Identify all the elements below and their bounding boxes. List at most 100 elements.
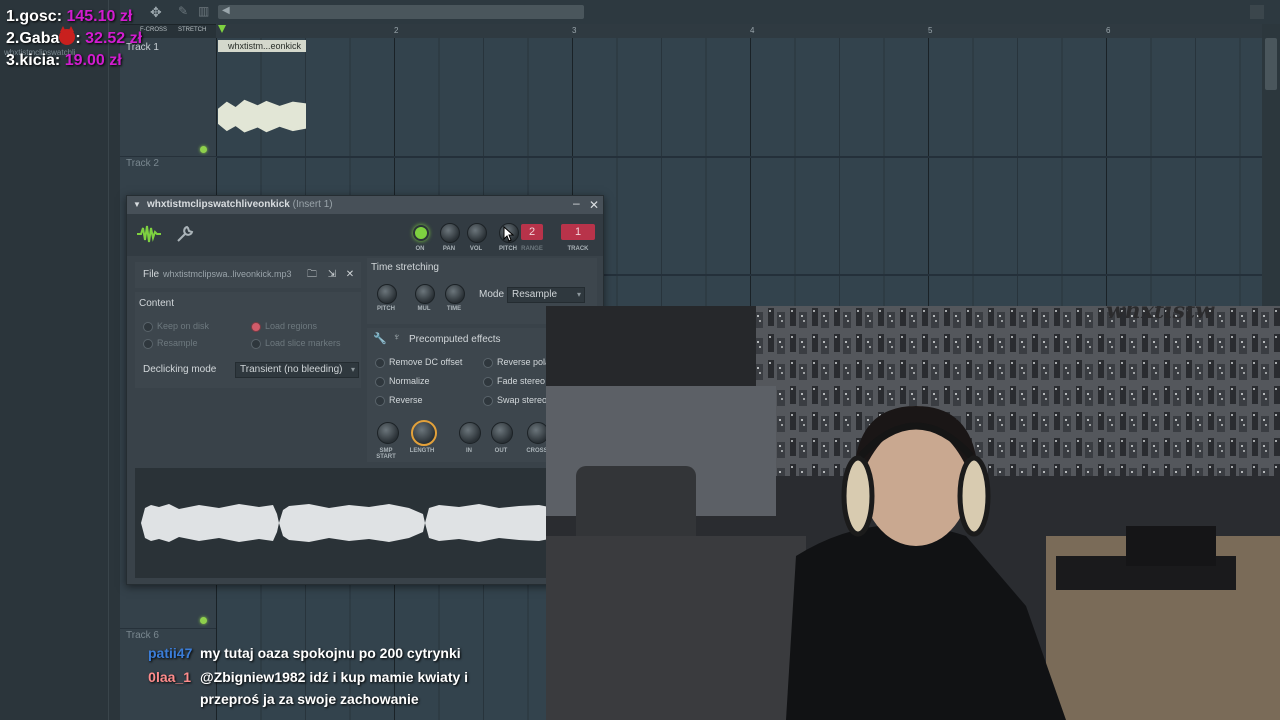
keep-on-disk-radio[interactable]: [143, 322, 153, 332]
in-knob[interactable]: [459, 422, 481, 444]
time-stretching-title: Time stretching: [371, 262, 439, 273]
track-label-knob: TRACK: [567, 246, 589, 252]
on-led-button[interactable]: [413, 225, 429, 241]
waveform-tab-icon[interactable]: [137, 224, 161, 244]
resample-label: Resample: [157, 338, 198, 348]
timeline-ruler[interactable]: 2 3 4 5 6: [216, 24, 1262, 39]
close-icon[interactable]: ✕: [589, 196, 599, 214]
window-titlebar[interactable]: ▼ whxtistmclipswatchliveonkick (Insert 1…: [127, 196, 603, 214]
ruler-tick: 4: [750, 26, 755, 35]
track-mute-led[interactable]: [200, 146, 207, 153]
clip-waveform: [218, 99, 306, 133]
ruler-tick: 6: [1106, 26, 1111, 35]
arrows-icon[interactable]: ✥: [150, 4, 162, 21]
leaderboard-row: 2.Gaba: 32.52 zł: [6, 26, 142, 50]
ts-time-knob[interactable]: [445, 284, 465, 304]
load-regions-label: Load regions: [265, 321, 318, 331]
pencil-icon[interactable]: ✎: [178, 4, 188, 18]
ts-mul-knob[interactable]: [415, 284, 435, 304]
wrench-tab-icon[interactable]: [175, 224, 195, 244]
scroll-left-icon[interactable]: ◀: [222, 5, 230, 16]
file-label: File: [143, 269, 160, 280]
channel-settings-window: ▼ whxtistmclipswatchliveonkick (Insert 1…: [126, 195, 604, 585]
vol-label: VOL: [469, 246, 483, 252]
clip-name[interactable]: whxtistm...eonkick: [218, 40, 306, 52]
normalize-label: Normalize: [389, 376, 430, 386]
content-panel: Content Keep on disk Load regions Resamp…: [135, 292, 361, 388]
ts-pitch-label: PITCH: [377, 306, 395, 312]
length-knob[interactable]: [411, 420, 437, 446]
ruler-tick: 5: [928, 26, 933, 35]
track-label[interactable]: Track 6: [126, 630, 159, 641]
tuner-icon[interactable]: ♆: [393, 332, 401, 343]
fade-stereo-radio[interactable]: [483, 377, 493, 387]
channel-header: ON PAN VOL PITCH 2 RANGE 1 TRACK: [127, 214, 603, 256]
fade-stereo-label: Fade stereo: [497, 376, 546, 386]
collapse-icon[interactable]: ▼: [133, 196, 141, 214]
load-regions-radio[interactable]: [251, 322, 261, 332]
in-label: IN: [466, 448, 472, 454]
devil-icon: [59, 26, 76, 45]
stretch-label[interactable]: STRETCH: [178, 27, 206, 33]
locate-icon[interactable]: ⇲: [325, 268, 339, 282]
pitch-range-box[interactable]: 2: [521, 224, 543, 240]
reverse-polarity-label: Reverse pola: [497, 357, 551, 367]
precomputed-title: Precomputed effects: [409, 334, 501, 345]
reverse-polarity-radio[interactable]: [483, 358, 493, 368]
ts-mul-label: MUL: [417, 306, 431, 312]
ts-pitch-knob[interactable]: [377, 284, 397, 304]
pan-label: PAN: [442, 246, 456, 252]
leaderboard-separator: :: [75, 30, 81, 47]
horizontal-scrollbar[interactable]: [218, 5, 584, 19]
mode-dropdown[interactable]: Resample: [507, 287, 585, 303]
clear-icon[interactable]: ✕: [343, 268, 357, 282]
declicking-dropdown[interactable]: Transient (no bleeding): [235, 362, 359, 378]
mixer-track-box[interactable]: 1: [561, 224, 595, 240]
leaderboard-amount: 19.00 zł: [64, 52, 122, 69]
range-label: RANGE: [521, 246, 543, 252]
length-label: LENGTH: [409, 448, 435, 454]
load-slice-markers-radio[interactable]: [251, 339, 261, 349]
chat-message: my tutaj oaza spokojnu po 200 cytrynki: [200, 645, 461, 661]
remove-dc-label: Remove DC offset: [389, 357, 463, 367]
leaderboard-name: 1.gosc:: [6, 8, 63, 25]
track-mute-led[interactable]: [200, 617, 207, 624]
load-slice-markers-label: Load slice markers: [265, 338, 341, 348]
chat-username: patii47: [148, 645, 193, 661]
leaderboard-name: 2.Gaba: [6, 30, 60, 47]
swap-stereo-radio[interactable]: [483, 396, 493, 406]
out-knob[interactable]: [491, 422, 513, 444]
resample-radio[interactable]: [143, 339, 153, 349]
sample-waveform-display[interactable]: [135, 468, 595, 578]
wrench-icon: 🔧: [373, 333, 387, 345]
pan-knob[interactable]: [440, 223, 460, 243]
smp-start-knob[interactable]: [377, 422, 399, 444]
playhead-marker[interactable]: [218, 25, 226, 33]
keep-on-disk-label: Keep on disk: [157, 321, 210, 331]
leaderboard-row: 1.gosc: 145.10 zł: [6, 6, 142, 28]
leaderboard-name: 3.kicia:: [6, 52, 61, 69]
snap-label[interactable]: F-CROSS: [140, 27, 167, 33]
file-name[interactable]: whxtistmclipswa..liveonkick.mp3: [163, 269, 292, 279]
sample-waveform: [141, 504, 595, 542]
reverse-radio[interactable]: [375, 396, 385, 406]
smp-start-label: SMP START: [376, 448, 396, 460]
normalize-radio[interactable]: [375, 377, 385, 387]
mouse-cursor-icon: [503, 226, 515, 242]
piano-icon[interactable]: ▥: [198, 4, 209, 18]
webcam-feed: whxtistw: [546, 306, 1280, 720]
webcam-image: whxtistw: [546, 306, 1280, 720]
minimize-icon[interactable]: –: [573, 194, 580, 212]
leaderboard-row: 3.kicia: 19.00 zł: [6, 50, 142, 72]
track-label[interactable]: Track 2: [126, 158, 159, 169]
on-label: ON: [415, 246, 425, 252]
out-label: OUT: [494, 448, 508, 454]
ruler-tick: 3: [572, 26, 577, 35]
file-row: File whxtistmclipswa..liveonkick.mp3 🗀 ⇲…: [135, 262, 361, 288]
folder-icon[interactable]: 🗀: [305, 268, 319, 282]
volume-knob[interactable]: [467, 223, 487, 243]
scroll-right-button[interactable]: [1250, 5, 1264, 19]
remove-dc-radio[interactable]: [375, 358, 385, 368]
insert-label: (Insert 1): [292, 199, 333, 210]
audio-clip[interactable]: whxtistm...eonkick: [218, 40, 306, 156]
